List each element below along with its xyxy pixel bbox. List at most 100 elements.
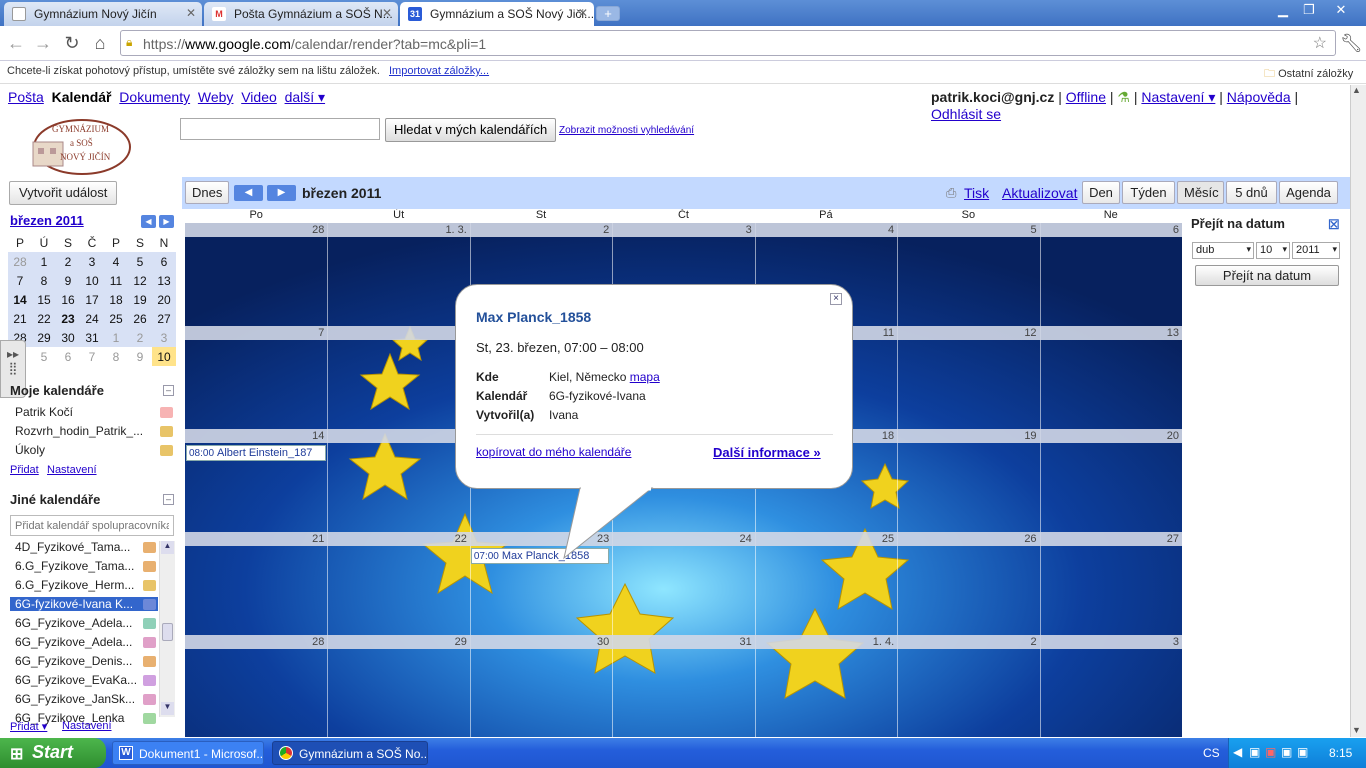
- close-icon[interactable]: ✕: [382, 6, 392, 20]
- other-calendar-item[interactable]: 6G_Fyzikove_Denis...: [15, 654, 140, 668]
- labs-flask-icon[interactable]: ⚗: [1117, 89, 1130, 105]
- mini-day[interactable]: 5: [128, 252, 152, 271]
- grid-day-number[interactable]: 4: [755, 224, 894, 236]
- gbar-more-link[interactable]: další ▾: [285, 89, 326, 105]
- copy-to-my-calendar-link[interactable]: kopírovat do mého kalendáře: [476, 445, 631, 459]
- mini-day[interactable]: 6: [56, 347, 80, 366]
- mini-day[interactable]: 10: [80, 271, 104, 290]
- mini-day[interactable]: 17: [80, 290, 104, 309]
- goto-day-select[interactable]: 10 ▾: [1256, 242, 1290, 259]
- mini-day[interactable]: 26: [128, 309, 152, 328]
- calendar-color-chip[interactable]: [143, 580, 156, 591]
- grid-day-number[interactable]: 1. 4.: [755, 636, 894, 648]
- map-link[interactable]: mapa: [630, 370, 660, 384]
- browser-tab-3[interactable]: 31 Gymnázium a SOŠ Nový Jiči... ✕: [400, 2, 594, 26]
- other-calendar-item[interactable]: 6G_Fyzikove_Adela...: [15, 635, 140, 649]
- grid-day-number[interactable]: 15: [327, 430, 467, 442]
- create-event-button[interactable]: Vytvořit událost: [9, 181, 118, 205]
- calendar-color-chip[interactable]: [143, 656, 156, 667]
- grid-day-cell[interactable]: [1040, 340, 1182, 429]
- mini-day[interactable]: 1: [104, 328, 128, 347]
- grid-day-number[interactable]: 29: [327, 636, 467, 648]
- goto-month-select[interactable]: dub ▾: [1192, 242, 1254, 259]
- grid-day-cell[interactable]: [470, 649, 612, 737]
- calendar-color-chip[interactable]: [160, 445, 173, 456]
- grid-day-number[interactable]: 25: [755, 533, 894, 545]
- grid-day-cell[interactable]: [327, 649, 469, 737]
- scroll-down-icon[interactable]: ▼: [1352, 725, 1361, 735]
- grid-day-cell[interactable]: [185, 237, 327, 326]
- grid-day-number[interactable]: 22: [327, 533, 467, 545]
- back-icon[interactable]: ←: [6, 33, 26, 53]
- offline-link[interactable]: Offline: [1066, 89, 1106, 105]
- grid-day-number[interactable]: 30: [470, 636, 609, 648]
- collapse-other-calendars-icon[interactable]: –: [163, 494, 174, 505]
- calendar-search-input[interactable]: [180, 118, 380, 140]
- browser-tab-1[interactable]: Gymnázium Nový Jičín ✕: [4, 2, 202, 26]
- mini-next-icon[interactable]: ▶: [159, 215, 174, 228]
- my-calendar-item[interactable]: Rozvrh_hodin_Patrik_...: [15, 424, 149, 438]
- other-calendar-item[interactable]: 6G_Fyzikove_EvaKa...: [15, 673, 140, 687]
- mini-day[interactable]: 4: [104, 252, 128, 271]
- grid-day-number[interactable]: 6: [1040, 224, 1179, 236]
- grid-day-number[interactable]: 3: [612, 224, 752, 236]
- grid-day-cell[interactable]: [185, 340, 327, 429]
- mini-day[interactable]: 31: [80, 328, 104, 347]
- other-calendars-title[interactable]: Jiné kalendáře: [10, 492, 100, 507]
- grid-day-number[interactable]: 3: [1040, 636, 1179, 648]
- calendar-color-chip[interactable]: [143, 694, 156, 705]
- grid-day-number[interactable]: 13: [1040, 327, 1179, 339]
- grid-day-number[interactable]: 20: [1040, 430, 1179, 442]
- close-window-icon[interactable]: ✕: [1328, 1, 1354, 19]
- calendar-color-chip[interactable]: [143, 618, 156, 629]
- mini-day[interactable]: 10: [152, 347, 176, 366]
- grid-day-cell[interactable]: [1040, 443, 1182, 532]
- grid-day-number[interactable]: 14: [185, 430, 324, 442]
- new-tab-button[interactable]: +: [596, 6, 620, 21]
- grid-day-cell[interactable]: [897, 649, 1039, 737]
- scroll-up-icon[interactable]: ▲: [161, 541, 174, 554]
- grid-day-number[interactable]: 5: [897, 224, 1036, 236]
- page-scrollbar[interactable]: ▲ ▼: [1350, 85, 1366, 737]
- view-month-button[interactable]: Měsíc: [1177, 181, 1224, 204]
- mini-day[interactable]: 7: [80, 347, 104, 366]
- calendar-color-chip[interactable]: [143, 713, 156, 724]
- grid-day-cell[interactable]: [897, 546, 1039, 635]
- search-calendars-button[interactable]: Hledat v mých kalendářích: [385, 118, 557, 142]
- mini-day[interactable]: 13: [152, 271, 176, 290]
- import-bookmarks-link[interactable]: Importovat záložky...: [389, 65, 489, 77]
- restore-icon[interactable]: ❐: [1296, 1, 1322, 19]
- browser-tab-2[interactable]: M Pošta Gymnázium a SOŠ N... ✕: [204, 2, 398, 26]
- network-icon[interactable]: ▣: [1249, 745, 1260, 759]
- logout-link[interactable]: Odhlásit se: [931, 106, 1001, 122]
- grid-day-number[interactable]: 12: [897, 327, 1036, 339]
- gbar-mail-link[interactable]: Pošta: [8, 89, 44, 105]
- mini-day[interactable]: 29: [32, 328, 56, 347]
- mini-day[interactable]: 23: [56, 309, 80, 328]
- language-indicator[interactable]: CS: [1203, 746, 1220, 760]
- mini-day[interactable]: 16: [56, 290, 80, 309]
- other-calendar-item[interactable]: 6.G_Fyzikove_Tama...: [15, 559, 140, 573]
- usb-icon[interactable]: ▣: [1281, 745, 1292, 759]
- grid-day-cell[interactable]: [1040, 649, 1182, 737]
- taskbar-item-word[interactable]: W Dokument1 - Microsof...: [112, 741, 264, 765]
- mini-day[interactable]: 14: [8, 290, 32, 309]
- grid-day-cell[interactable]: [1040, 546, 1182, 635]
- print-link[interactable]: Tisk: [964, 185, 989, 201]
- scroll-up-icon[interactable]: ▲: [1352, 85, 1361, 95]
- mini-day[interactable]: 9: [128, 347, 152, 366]
- grid-day-number[interactable]: 1. 3.: [327, 224, 466, 236]
- calendar-color-chip[interactable]: [143, 542, 156, 553]
- mini-day[interactable]: 28: [8, 252, 32, 271]
- mini-day[interactable]: 8: [32, 271, 56, 290]
- tray-expand-icon[interactable]: ◀: [1233, 745, 1242, 759]
- calendar-color-chip[interactable]: [143, 637, 156, 648]
- help-link[interactable]: Nápověda: [1227, 89, 1291, 105]
- calendar-event[interactable]: 08:00 Albert Einstein_187: [186, 445, 326, 461]
- calendar-color-chip[interactable]: [143, 561, 156, 572]
- mini-day[interactable]: 25: [104, 309, 128, 328]
- grid-day-cell[interactable]: [755, 649, 897, 737]
- mini-day[interactable]: 18: [104, 290, 128, 309]
- my-calendar-item[interactable]: Úkoly: [15, 443, 149, 457]
- grid-day-cell[interactable]: [755, 546, 897, 635]
